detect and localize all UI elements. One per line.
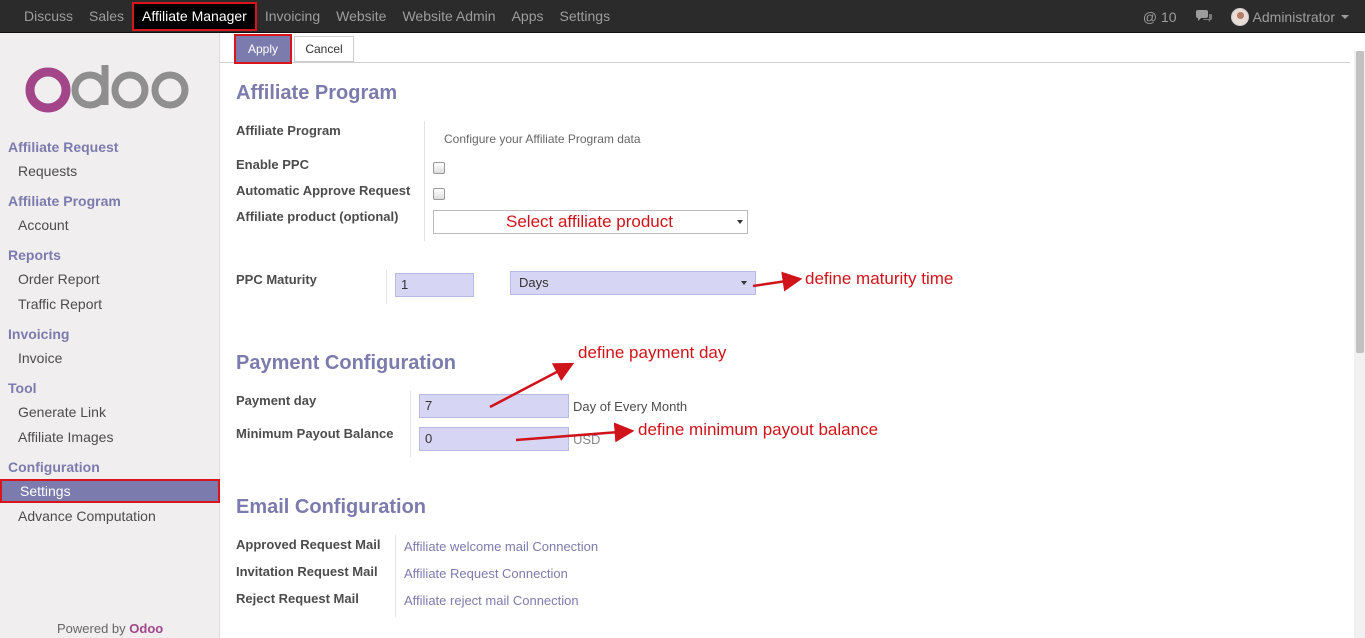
top-navbar: Discuss Sales Affiliate Manager Invoicin…	[0, 0, 1365, 33]
powered-by-prefix: Powered by	[57, 621, 126, 636]
sidebar-item-order-report[interactable]: Order Report	[0, 267, 220, 291]
auto-approve-checkbox[interactable]	[433, 188, 445, 200]
apply-button[interactable]: Apply	[234, 34, 292, 64]
menu-settings[interactable]: Settings	[552, 0, 619, 33]
approved-mail-link[interactable]: Affiliate welcome mail Connection	[404, 539, 598, 554]
enable-ppc-checkbox[interactable]	[433, 162, 445, 174]
menu-affiliate-manager[interactable]: Affiliate Manager	[132, 2, 257, 31]
powered-by: Powered by Odoo	[57, 621, 163, 636]
annotation-maturity: define maturity time	[805, 269, 954, 288]
enable-ppc-label: Enable PPC	[236, 157, 309, 172]
affiliate-product-label: Affiliate product (optional)	[236, 209, 399, 224]
ppc-maturity-input[interactable]: 1	[395, 273, 474, 297]
payment-day-label: Payment day	[236, 393, 317, 408]
section-affiliate-program: Affiliate Program	[8, 193, 121, 209]
menu-invoicing[interactable]: Invoicing	[257, 0, 328, 33]
sidebar-item-affiliate-images[interactable]: Affiliate Images	[0, 425, 220, 449]
chevron-down-icon	[1341, 14, 1349, 19]
section-configuration: Configuration	[8, 459, 100, 475]
main-content: Apply Cancel Affiliate Program Affiliate…	[220, 33, 1365, 638]
sidebar-item-traffic-report[interactable]: Traffic Report	[0, 292, 220, 316]
scrollbar[interactable]	[1354, 51, 1365, 638]
annotation-arrows	[489, 271, 803, 443]
section-reports: Reports	[8, 247, 61, 263]
menu-website[interactable]: Website	[328, 0, 394, 33]
chat-icon[interactable]	[1195, 9, 1213, 24]
control-panel: Apply Cancel	[220, 33, 1350, 64]
ppc-maturity-unit-select[interactable]: Days	[510, 271, 756, 295]
user-name: Administrator	[1252, 8, 1335, 25]
min-payout-label: Minimum Payout Balance	[236, 426, 394, 441]
affiliate-program-link[interactable]: Configure your Affiliate Program data	[444, 132, 641, 146]
ppc-maturity-unit-value: Days	[519, 275, 549, 290]
min-payout-input[interactable]: 0	[419, 427, 569, 451]
menu-sales[interactable]: Sales	[81, 0, 132, 33]
user-menu[interactable]: Administrator	[1230, 7, 1349, 26]
sidebar-item-advance-computation[interactable]: Advance Computation	[0, 504, 220, 528]
mentions-counter[interactable]: @ 10	[1143, 9, 1177, 25]
section-tool: Tool	[8, 380, 37, 396]
cancel-button[interactable]: Cancel	[294, 36, 354, 62]
sidebar-item-account[interactable]: Account	[0, 213, 220, 237]
odoo-logo	[25, 65, 189, 113]
section-title-email: Email Configuration	[236, 496, 426, 518]
field-separator	[424, 121, 425, 241]
reject-mail-label: Reject Request Mail	[236, 591, 359, 606]
menu-discuss[interactable]: Discuss	[16, 0, 81, 33]
annotation-min-payout: define minimum payout balance	[638, 420, 879, 439]
affiliate-program-label: Affiliate Program	[236, 123, 341, 138]
main-menu: Discuss Sales Affiliate Manager Invoicin…	[16, 0, 618, 33]
invitation-mail-label: Invitation Request Mail	[236, 564, 378, 579]
annotation-payment-day: define payment day	[578, 343, 727, 362]
scrollbar-thumb[interactable]	[1356, 51, 1364, 353]
dropdown-arrow-icon	[737, 220, 743, 224]
section-affiliate-request: Affiliate Request	[8, 139, 119, 155]
user-menu-area: @ 10 Administrator	[1125, 0, 1349, 33]
menu-apps[interactable]: Apps	[504, 0, 552, 33]
section-invoicing: Invoicing	[8, 326, 70, 342]
dropdown-arrow-icon	[741, 281, 747, 285]
sidebar-item-settings[interactable]: Settings	[0, 479, 220, 503]
field-separator	[386, 270, 387, 304]
avatar	[1230, 7, 1249, 26]
reject-mail-link[interactable]: Affiliate reject mail Connection	[404, 593, 579, 608]
payment-day-suffix: Day of Every Month	[573, 399, 688, 414]
auto-approve-label: Automatic Approve Request	[236, 183, 411, 198]
ppc-maturity-label: PPC Maturity	[236, 272, 317, 287]
field-separator	[395, 535, 396, 617]
sidebar-item-requests[interactable]: Requests	[0, 159, 220, 183]
arrow-maturity	[752, 271, 803, 292]
sidebar-item-generate-link[interactable]: Generate Link	[0, 400, 220, 424]
section-title-affiliate-program: Affiliate Program	[236, 82, 398, 104]
payment-day-input[interactable]: 7	[419, 394, 569, 418]
annotation-select-product: Select affiliate product	[506, 212, 673, 231]
min-payout-currency: USD	[573, 432, 601, 447]
sidebar-item-invoice[interactable]: Invoice	[0, 346, 220, 370]
menu-website-admin[interactable]: Website Admin	[394, 0, 503, 33]
invitation-mail-link[interactable]: Affiliate Request Connection	[404, 566, 568, 581]
approved-mail-label: Approved Request Mail	[236, 537, 381, 552]
powered-by-brand[interactable]: Odoo	[129, 621, 163, 636]
field-separator	[410, 391, 411, 457]
sidebar: Affiliate Request Requests Affiliate Pro…	[0, 33, 220, 638]
section-title-payment: Payment Configuration	[236, 352, 457, 374]
